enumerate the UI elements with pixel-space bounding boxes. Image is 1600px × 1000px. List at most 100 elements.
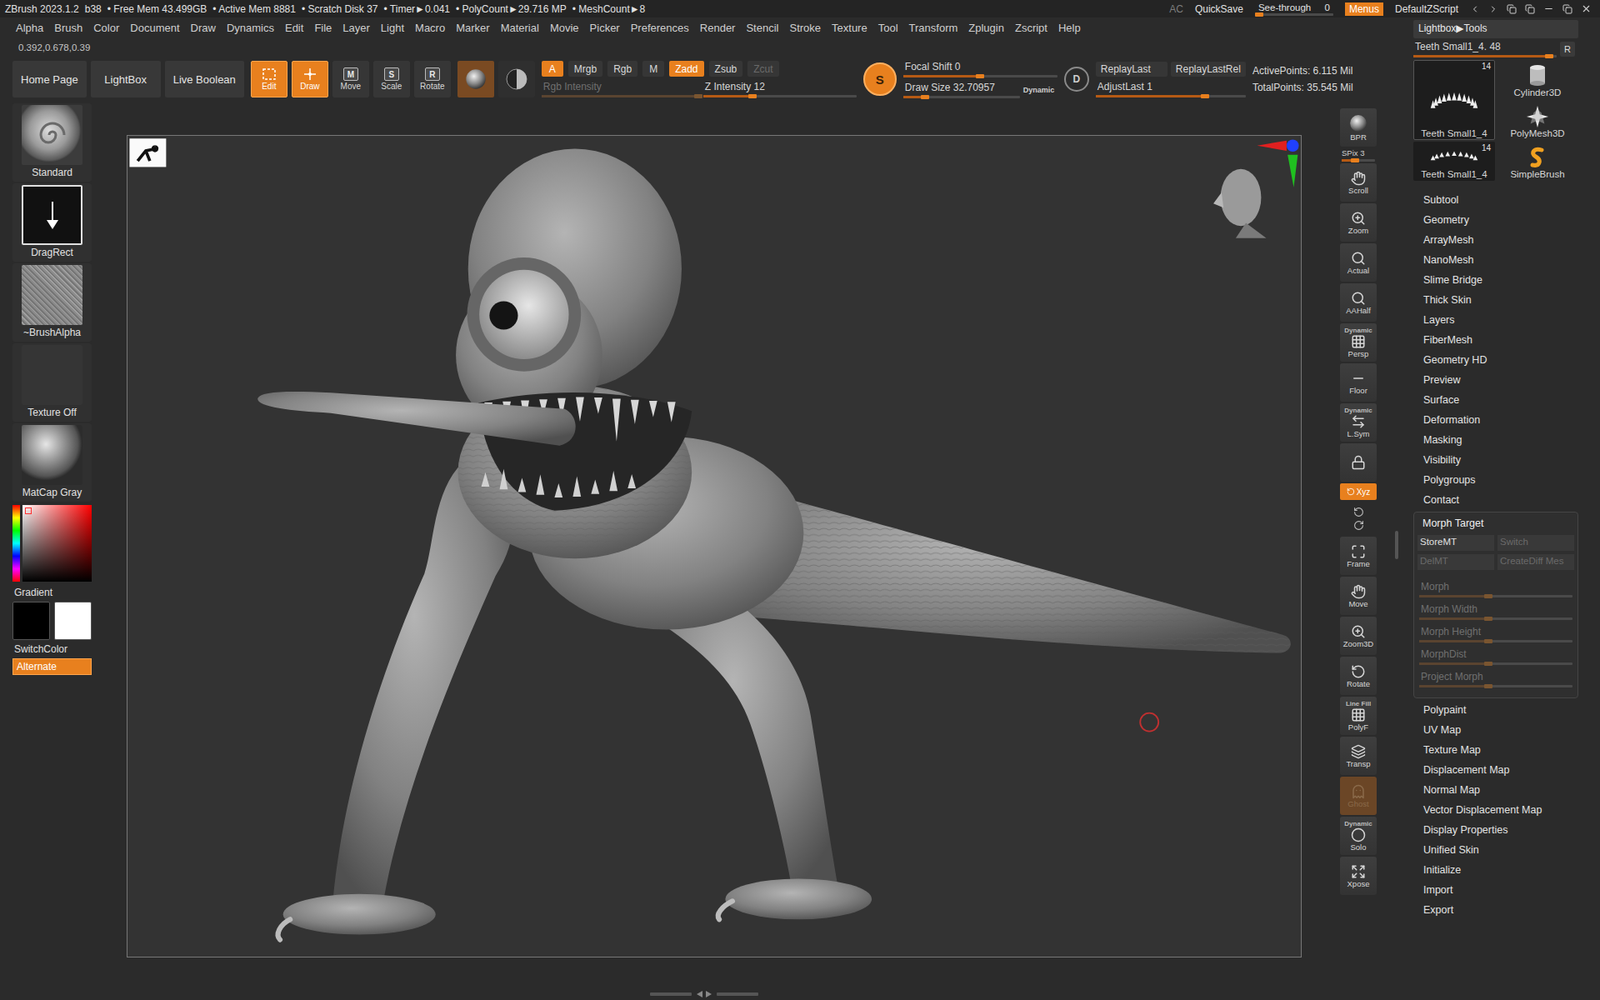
close-icon[interactable] xyxy=(1580,3,1592,15)
toolbar-button[interactable]: Transp xyxy=(1340,736,1377,775)
toolbar-button[interactable]: Zoom3D xyxy=(1340,616,1377,655)
menu-item[interactable]: Picker xyxy=(590,21,620,35)
palette-item[interactable]: Texture Map xyxy=(1413,740,1579,760)
palette-item[interactable]: FiberMesh xyxy=(1413,330,1579,350)
palette-item[interactable]: Polygroups xyxy=(1413,470,1579,490)
menus-button[interactable]: Menus xyxy=(1345,2,1384,16)
channel-button[interactable]: Mrgb xyxy=(568,60,603,77)
material-mode-button[interactable] xyxy=(498,60,535,98)
mode-button[interactable]: Draw xyxy=(291,60,329,98)
palette-item[interactable]: Contact xyxy=(1413,490,1579,510)
palette-item[interactable]: Polypaint xyxy=(1413,700,1579,720)
mode-button[interactable]: Edit xyxy=(250,60,288,98)
toolbar-button[interactable]: Frame xyxy=(1340,536,1377,575)
zscript-name[interactable]: DefaultZScript xyxy=(1395,3,1459,15)
alternate-button[interactable]: Alternate xyxy=(12,658,92,675)
menu-item[interactable]: Color xyxy=(93,21,120,35)
main-color-swatch[interactable] xyxy=(12,601,50,640)
menu-item[interactable]: Preferences xyxy=(630,21,690,35)
nav-button[interactable]: LightBox xyxy=(90,60,161,98)
nav-button[interactable]: Live Boolean xyxy=(165,60,245,98)
palette-item[interactable]: Deformation xyxy=(1413,410,1579,430)
menu-item[interactable]: Brush xyxy=(54,21,83,35)
left-shelf-tile[interactable]: DragRect xyxy=(12,183,92,262)
menu-item[interactable]: Stroke xyxy=(789,21,821,35)
tool-thumbnail[interactable]: SimpleBrush xyxy=(1496,141,1579,181)
toolbar-button[interactable] xyxy=(1340,443,1377,482)
channel-button[interactable]: Rgb xyxy=(607,60,638,77)
menu-item[interactable]: Light xyxy=(380,21,405,35)
palette-item[interactable]: Preview xyxy=(1413,370,1579,390)
palette-item[interactable]: Unified Skin xyxy=(1413,840,1579,860)
arrow-left-icon[interactable] xyxy=(1470,4,1480,15)
toolbar-button[interactable]: DynamicPersp xyxy=(1340,323,1377,362)
replay-button[interactable]: ReplayLastRel xyxy=(1170,61,1246,77)
menu-item[interactable]: Marker xyxy=(455,21,490,35)
palette-item[interactable]: Slime Bridge xyxy=(1413,270,1579,290)
tool-thumbnail[interactable]: PolyMesh3D xyxy=(1496,100,1579,140)
mode-button[interactable]: MMove xyxy=(332,60,370,98)
depth-button[interactable]: Zsub xyxy=(709,60,744,77)
palette-item[interactable]: Import xyxy=(1413,880,1579,900)
replay-button[interactable]: ReplayLast xyxy=(1095,61,1168,77)
pose-icon[interactable] xyxy=(129,138,166,167)
ac-label[interactable]: AC xyxy=(1169,3,1184,15)
layout-icon[interactable] xyxy=(1525,4,1535,15)
menu-item[interactable]: Stencil xyxy=(745,21,779,35)
palette-item[interactable]: Export xyxy=(1413,900,1579,920)
menu-item[interactable]: Movie xyxy=(550,21,580,35)
color-picker[interactable] xyxy=(12,503,92,584)
palette-item[interactable]: Geometry HD xyxy=(1413,350,1579,370)
tray-handle[interactable] xyxy=(1395,530,1399,560)
toolbar-button[interactable]: BPR xyxy=(1340,108,1377,147)
tool-thumbnail[interactable]: Cylinder3D xyxy=(1496,60,1579,100)
toolbar-button[interactable]: Rotate xyxy=(1340,656,1377,695)
left-shelf-tile[interactable]: MatCap Gray xyxy=(12,423,92,502)
palette-item[interactable]: ArrayMesh xyxy=(1413,230,1579,250)
menu-item[interactable]: Zplugin xyxy=(968,21,1005,35)
z-intensity-slider[interactable]: Z Intensity 12 xyxy=(703,80,857,98)
depth-button[interactable]: Zadd xyxy=(669,60,704,77)
left-shelf-tile[interactable]: Standard xyxy=(12,103,92,182)
toolbar-button[interactable]: Ghost xyxy=(1340,776,1377,815)
toolbar-button[interactable]: AAHalf xyxy=(1340,283,1377,322)
menu-item[interactable]: Edit xyxy=(285,21,304,35)
toolbar-button[interactable]: Line FillPolyF xyxy=(1340,696,1377,735)
secondary-color-swatch[interactable] xyxy=(54,601,92,640)
rotate-z-icon[interactable] xyxy=(1353,520,1365,531)
toolbar-button[interactable]: Actual xyxy=(1340,243,1377,282)
morph-button[interactable]: StoreMT xyxy=(1417,535,1495,551)
menu-item[interactable]: Document xyxy=(130,21,180,35)
shade-square[interactable] xyxy=(22,505,92,582)
menu-item[interactable]: Macro xyxy=(415,21,445,35)
toolbar-button[interactable]: DynamicL.Sym xyxy=(1340,403,1377,442)
axis-gizmo-icon[interactable] xyxy=(1257,139,1300,187)
channel-button[interactable]: A xyxy=(541,60,564,77)
palette-item[interactable]: Visibility xyxy=(1413,450,1579,470)
palette-item[interactable]: Normal Map xyxy=(1413,780,1579,800)
mode-button[interactable]: SScale xyxy=(373,60,410,98)
layout-icon[interactable] xyxy=(1506,4,1517,15)
rotate-y-icon[interactable] xyxy=(1353,506,1365,518)
menu-item[interactable]: Texture xyxy=(831,21,868,35)
see-through-slider[interactable]: See-through0 xyxy=(1255,1,1334,16)
mode-button[interactable]: RRotate xyxy=(414,60,451,98)
menu-item[interactable]: Alpha xyxy=(15,21,44,35)
menu-item[interactable]: Tool xyxy=(878,21,899,35)
dynamic-toggle[interactable]: Dynamic xyxy=(1023,85,1055,95)
material-button[interactable] xyxy=(457,60,495,98)
switch-color-button[interactable]: SwitchColor xyxy=(12,641,96,657)
palette-item[interactable]: UV Map xyxy=(1413,720,1579,740)
menu-item[interactable]: Dynamics xyxy=(226,21,275,35)
minimize-icon[interactable] xyxy=(1543,3,1555,15)
viewport-canvas[interactable] xyxy=(127,135,1301,957)
menu-item[interactable]: Help xyxy=(1058,21,1081,35)
palette-item[interactable]: Vector Displacement Map xyxy=(1413,800,1579,820)
restore-icon[interactable] xyxy=(1562,4,1573,15)
palette-item[interactable]: Geometry xyxy=(1413,210,1579,230)
lightbox-tools-header[interactable]: Lightbox▶Tools xyxy=(1413,20,1579,39)
tool-slider[interactable]: Teeth Small1_4. 48 xyxy=(1413,40,1557,58)
sculptris-button[interactable]: S xyxy=(863,62,897,96)
channel-button[interactable]: M xyxy=(642,60,665,77)
toolbar-button[interactable]: Floor xyxy=(1340,363,1377,402)
